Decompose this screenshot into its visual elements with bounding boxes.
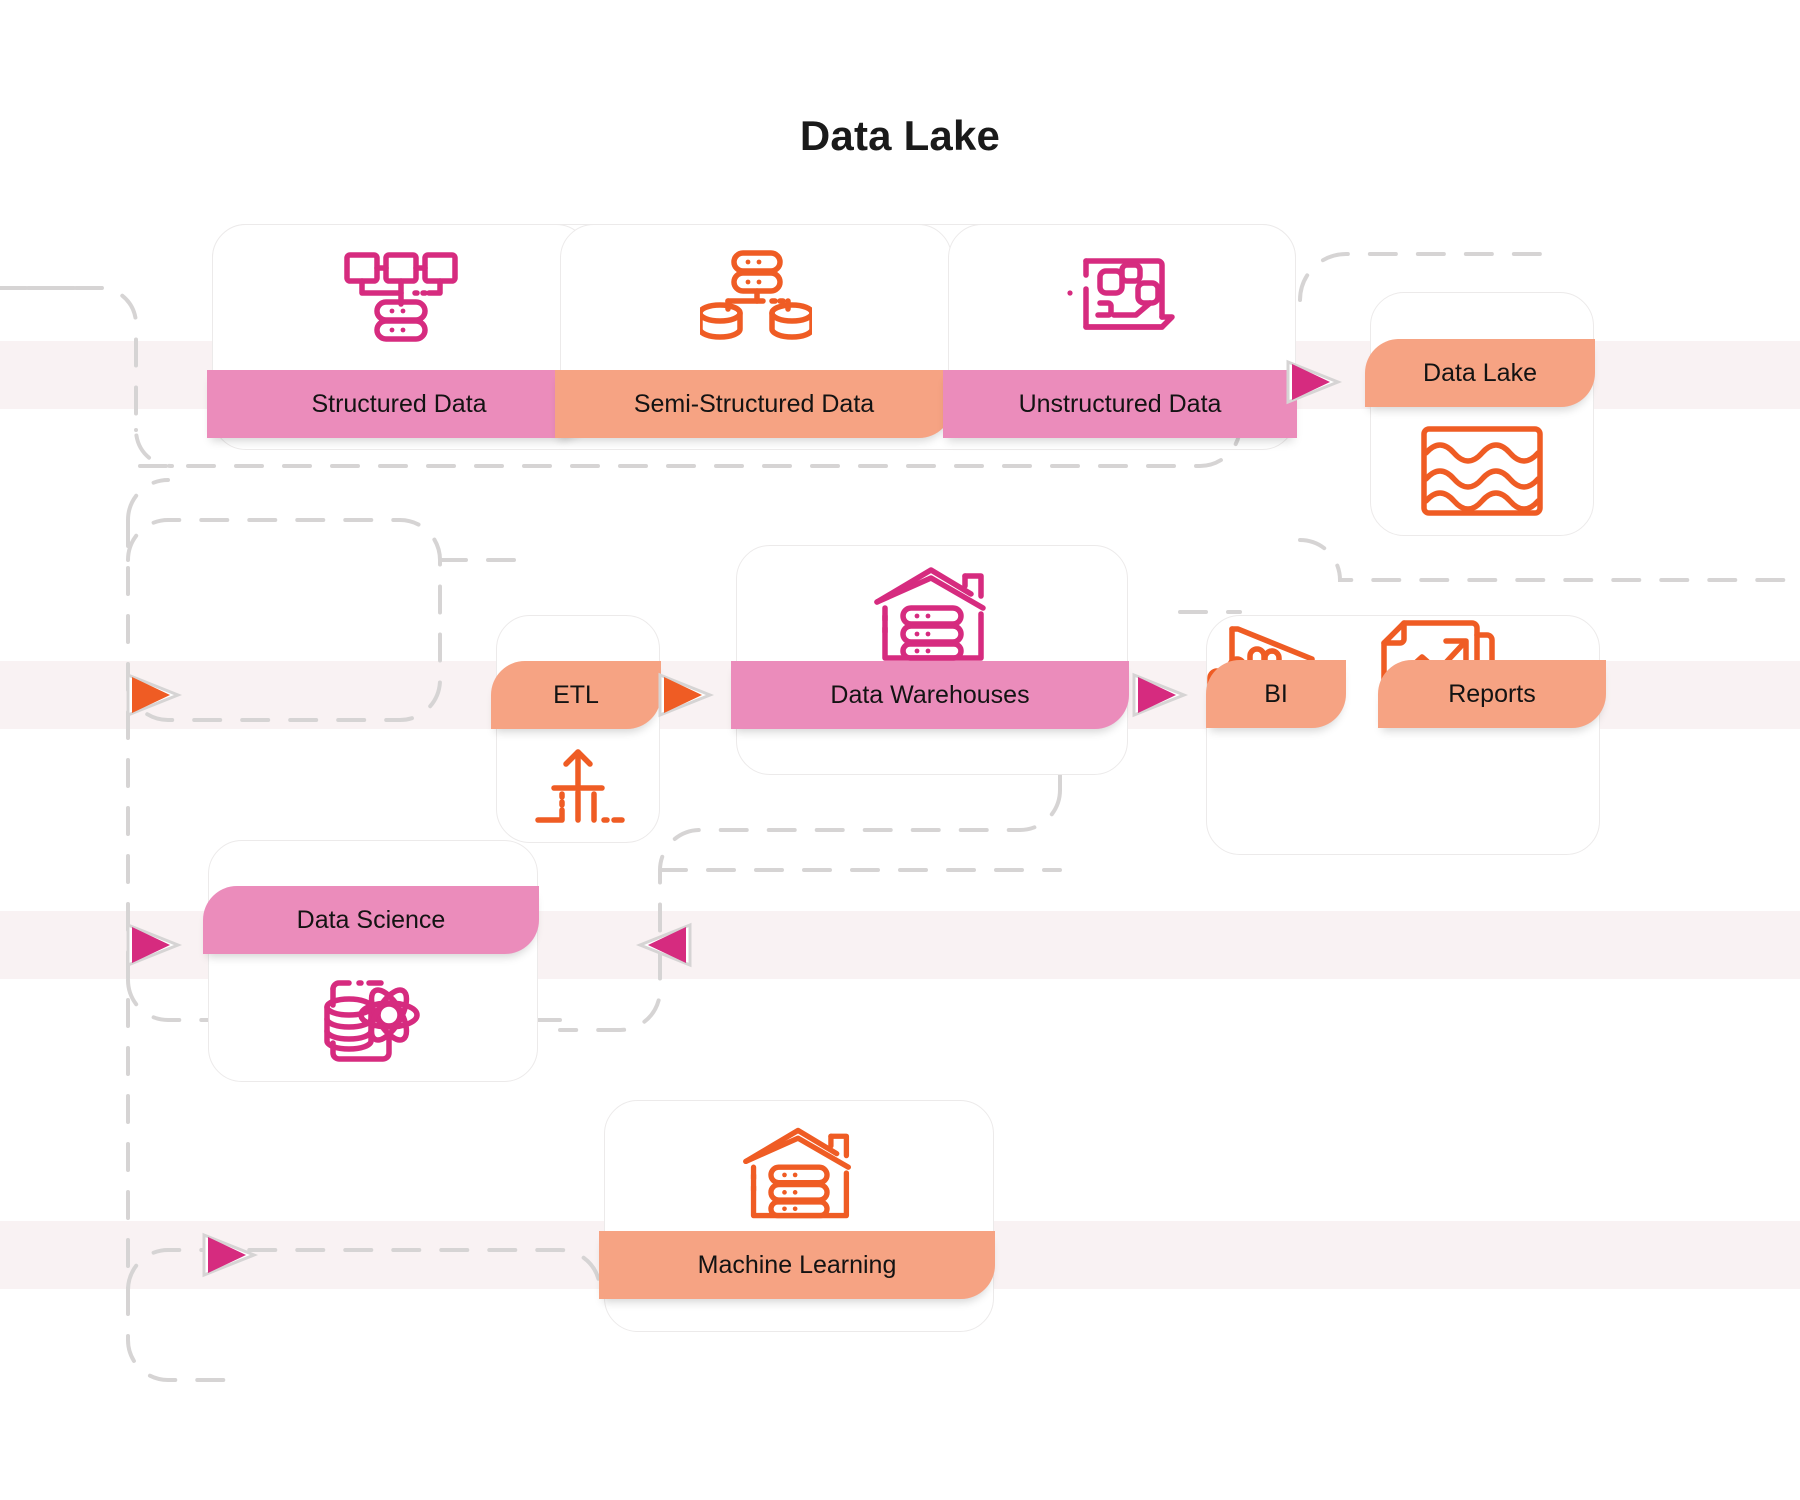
- structured-data-icon-slot: [213, 247, 589, 343]
- card-data-science[interactable]: Data Science: [203, 840, 539, 1082]
- semi-structured-data-label: Semi-Structured Data: [555, 370, 953, 438]
- diagram-title: Data Lake: [799, 112, 1001, 159]
- server-two-databases-icon: [700, 250, 812, 340]
- data-lake-icon-slot: [1371, 423, 1593, 519]
- card-bi[interactable]: BI: [1206, 615, 1346, 855]
- machine-learning-icon-slot: [605, 1123, 993, 1223]
- reports-label: Reports: [1378, 660, 1606, 728]
- warehouse-server-icon: [743, 1127, 851, 1219]
- etl-label: ETL: [491, 661, 661, 729]
- semi-structured-icon-slot: [561, 247, 951, 343]
- hierarchy-database-icon: [344, 252, 458, 342]
- machine-learning-label: Machine Learning: [599, 1231, 995, 1299]
- data-lake-label: Data Lake: [1365, 339, 1595, 407]
- laptop-media-icon: [1067, 258, 1175, 330]
- data-warehouses-label: Data Warehouses: [731, 661, 1129, 729]
- card-semi-structured-data[interactable]: Semi-Structured Data: [555, 224, 953, 438]
- unstructured-data-label: Unstructured Data: [943, 370, 1297, 438]
- structured-data-label: Structured Data: [207, 370, 591, 438]
- card-data-lake[interactable]: Data Lake: [1365, 292, 1595, 536]
- waves-lake-icon: [1421, 426, 1543, 516]
- data-science-label: Data Science: [203, 886, 539, 954]
- card-structured-data[interactable]: Structured Data: [207, 224, 591, 438]
- data-warehouses-icon-slot: [737, 564, 1127, 664]
- card-data-warehouses[interactable]: Data Warehouses: [731, 545, 1129, 775]
- etl-icon-slot: [497, 744, 659, 830]
- data-science-icon-slot: [209, 971, 537, 1067]
- card-etl[interactable]: ETL: [491, 615, 661, 843]
- card-machine-learning[interactable]: Machine Learning: [599, 1100, 995, 1332]
- diagram-canvas: Data Lake Structured Data Semi-Structure…: [0, 0, 1800, 1500]
- database-atom-icon: [324, 980, 420, 1062]
- etl-arrow-merge-icon: [535, 749, 625, 823]
- card-unstructured-data[interactable]: Unstructured Data: [943, 224, 1297, 438]
- bi-label: BI: [1206, 660, 1346, 728]
- card-reports[interactable]: Reports: [1378, 615, 1606, 855]
- warehouse-server-icon: [874, 567, 986, 661]
- unstructured-icon-slot: [949, 247, 1295, 343]
